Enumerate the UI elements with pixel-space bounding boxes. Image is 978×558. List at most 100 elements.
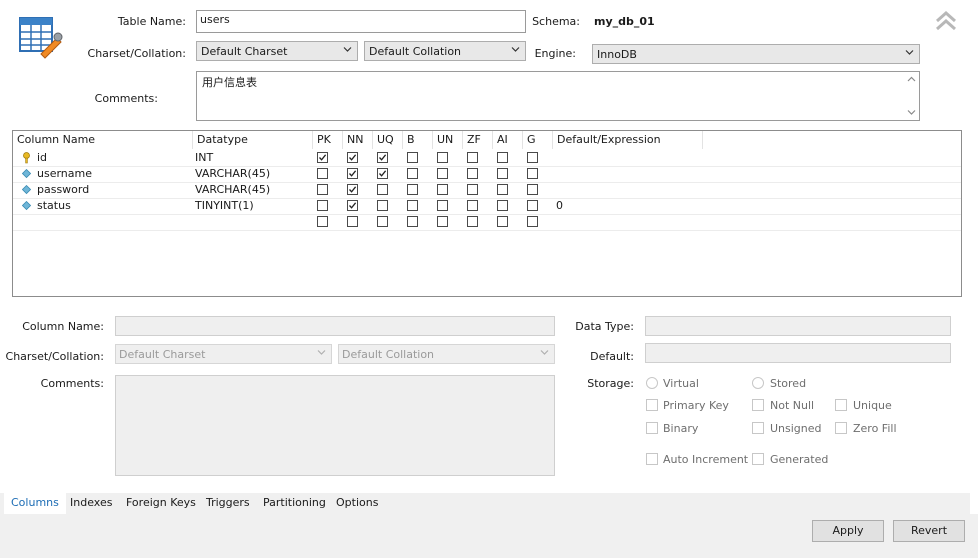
- b-checkbox[interactable]: [407, 184, 418, 195]
- detail-comments-textarea[interactable]: [115, 375, 555, 476]
- uq-checkbox[interactable]: [377, 200, 388, 211]
- datatype-cell[interactable]: TINYINT(1): [195, 198, 254, 214]
- pk-checkbox[interactable]: [317, 216, 328, 227]
- ai-checkbox[interactable]: [497, 168, 508, 179]
- auto-increment-checkbox[interactable]: [646, 453, 658, 465]
- column-name-cell[interactable]: id: [37, 150, 47, 166]
- header-nn[interactable]: NN: [343, 131, 373, 149]
- column-name-cell[interactable]: username: [37, 166, 92, 182]
- unsigned-checkbox[interactable]: [752, 422, 764, 434]
- header-column-name[interactable]: Column Name: [13, 131, 193, 149]
- stored-radio[interactable]: [752, 377, 764, 389]
- scroll-down-icon[interactable]: [907, 108, 916, 117]
- pk-checkbox[interactable]: [317, 200, 328, 211]
- b-checkbox[interactable]: [407, 216, 418, 227]
- b-checkbox[interactable]: [407, 200, 418, 211]
- un-checkbox[interactable]: [437, 152, 448, 163]
- zf-checkbox[interactable]: [467, 216, 478, 227]
- tab-indexes[interactable]: Indexes: [63, 493, 119, 514]
- tab-triggers[interactable]: Triggers: [199, 493, 257, 514]
- table-row[interactable]: username VARCHAR(45): [13, 166, 961, 183]
- ai-checkbox[interactable]: [497, 184, 508, 195]
- header-datatype[interactable]: Datatype: [193, 131, 313, 149]
- header-pk[interactable]: PK: [313, 131, 343, 149]
- b-checkbox[interactable]: [407, 152, 418, 163]
- header-un[interactable]: UN: [433, 131, 463, 149]
- un-checkbox[interactable]: [437, 184, 448, 195]
- g-checkbox[interactable]: [527, 216, 538, 227]
- ai-checkbox[interactable]: [497, 200, 508, 211]
- tab-partitioning[interactable]: Partitioning: [256, 493, 333, 514]
- detail-collation-select[interactable]: Default Collation: [338, 344, 555, 364]
- column-name-cell[interactable]: password: [37, 182, 89, 198]
- header-uq[interactable]: UQ: [373, 131, 403, 149]
- data-type-input[interactable]: [645, 316, 951, 336]
- chevron-down-icon: [540, 350, 549, 355]
- engine-select[interactable]: InnoDB: [592, 44, 920, 64]
- tab-foreign-keys[interactable]: Foreign Keys: [119, 493, 203, 514]
- apply-button[interactable]: Apply: [812, 520, 884, 542]
- generated-checkbox[interactable]: [752, 453, 764, 465]
- g-checkbox[interactable]: [527, 152, 538, 163]
- ai-checkbox[interactable]: [497, 216, 508, 227]
- un-checkbox[interactable]: [437, 216, 448, 227]
- default-expression-cell[interactable]: 0: [556, 198, 563, 214]
- scroll-up-icon[interactable]: [907, 75, 916, 84]
- columns-grid[interactable]: Column Name Datatype PK NN UQ B UN ZF AI…: [12, 130, 962, 297]
- g-checkbox[interactable]: [527, 168, 538, 179]
- collapse-header-button[interactable]: [934, 10, 958, 32]
- datatype-cell[interactable]: VARCHAR(45): [195, 182, 270, 198]
- nn-checkbox[interactable]: [347, 152, 358, 163]
- nn-checkbox[interactable]: [347, 184, 358, 195]
- zf-checkbox[interactable]: [467, 168, 478, 179]
- nn-checkbox[interactable]: [347, 168, 358, 179]
- zero-fill-checkbox[interactable]: [835, 422, 847, 434]
- table-name-input[interactable]: users: [196, 10, 526, 33]
- collation-select[interactable]: Default Collation: [364, 41, 526, 61]
- zf-checkbox[interactable]: [467, 152, 478, 163]
- header-ai[interactable]: AI: [493, 131, 523, 149]
- header-zf[interactable]: ZF: [463, 131, 493, 149]
- tab-options[interactable]: Options: [329, 493, 385, 514]
- default-input[interactable]: [645, 343, 951, 363]
- datatype-cell[interactable]: INT: [195, 150, 213, 166]
- table-row[interactable]: password VARCHAR(45): [13, 182, 961, 199]
- nn-checkbox[interactable]: [347, 216, 358, 227]
- column-name-cell[interactable]: status: [37, 198, 71, 214]
- unsigned-label: Unsigned: [770, 422, 822, 435]
- not-null-checkbox[interactable]: [752, 399, 764, 411]
- pk-checkbox[interactable]: [317, 184, 328, 195]
- charset-select[interactable]: Default Charset: [196, 41, 358, 61]
- g-checkbox[interactable]: [527, 184, 538, 195]
- detail-charset-select[interactable]: Default Charset: [115, 344, 332, 364]
- un-checkbox[interactable]: [437, 200, 448, 211]
- comments-textarea[interactable]: 用户信息表: [196, 71, 920, 121]
- column-name-input[interactable]: [115, 316, 555, 336]
- g-checkbox[interactable]: [527, 200, 538, 211]
- unique-checkbox[interactable]: [835, 399, 847, 411]
- table-row-new[interactable]: [13, 214, 961, 231]
- uq-checkbox[interactable]: [377, 184, 388, 195]
- binary-checkbox[interactable]: [646, 422, 658, 434]
- un-checkbox[interactable]: [437, 168, 448, 179]
- revert-button[interactable]: Revert: [893, 520, 965, 542]
- virtual-radio[interactable]: [646, 377, 658, 389]
- pk-checkbox[interactable]: [317, 168, 328, 179]
- table-row[interactable]: id INT: [13, 150, 961, 167]
- b-checkbox[interactable]: [407, 168, 418, 179]
- zf-checkbox[interactable]: [467, 200, 478, 211]
- datatype-cell[interactable]: VARCHAR(45): [195, 166, 270, 182]
- uq-checkbox[interactable]: [377, 152, 388, 163]
- header-b[interactable]: B: [403, 131, 433, 149]
- primary-key-checkbox[interactable]: [646, 399, 658, 411]
- zf-checkbox[interactable]: [467, 184, 478, 195]
- table-row[interactable]: status TINYINT(1) 0: [13, 198, 961, 215]
- nn-checkbox[interactable]: [347, 200, 358, 211]
- pk-checkbox[interactable]: [317, 152, 328, 163]
- header-default-expression[interactable]: Default/Expression: [553, 131, 703, 149]
- uq-checkbox[interactable]: [377, 168, 388, 179]
- tab-columns[interactable]: Columns: [4, 493, 66, 514]
- header-g[interactable]: G: [523, 131, 553, 149]
- uq-checkbox[interactable]: [377, 216, 388, 227]
- ai-checkbox[interactable]: [497, 152, 508, 163]
